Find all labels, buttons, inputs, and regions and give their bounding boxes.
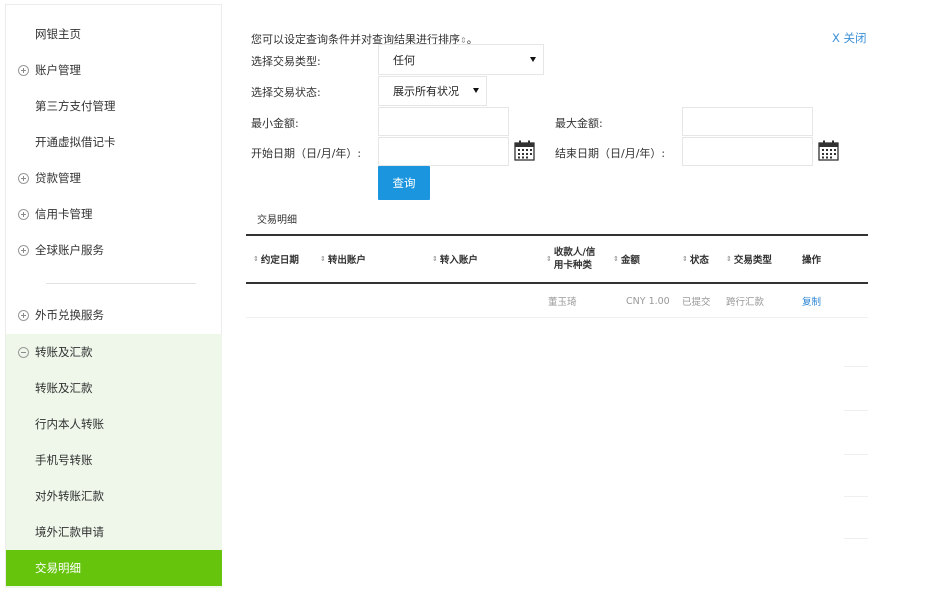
column-header-amount[interactable]: ⇕ 金额 — [613, 236, 640, 282]
sidebar-item-label: 对外转账汇款 — [35, 489, 104, 503]
sort-icon: ⇕ — [613, 255, 619, 263]
expand-plus-icon — [18, 64, 29, 76]
copy-link[interactable]: 复制 — [802, 284, 821, 318]
sidebar-item-label: 转账及汇款 — [35, 381, 93, 395]
sidebar-item-label: 账户管理 — [35, 63, 81, 77]
collapse-minus-icon — [18, 346, 29, 358]
end-date-input[interactable] — [682, 137, 813, 166]
start-date-input[interactable] — [378, 137, 509, 166]
sort-icon: ⇕ — [546, 254, 552, 263]
table-header: ⇕ 约定日期 ⇕ 转出账户 ⇕ 转入账户 ⇕ 收款人/信用卡种类 ⇕ 金额 ⇕ 状态 ⇕ 交易… — [246, 234, 868, 284]
sidebar-subitem-transaction-details[interactable]: 交易明细 — [6, 550, 222, 586]
sidebar-item-accounts[interactable]: 账户管理 — [6, 52, 222, 88]
sidebar-subitem-overseas-remittance[interactable]: 境外汇款申请 — [6, 514, 222, 550]
cell-type: 跨行汇款 — [726, 297, 765, 308]
transaction-type-select[interactable]: 任何 — [378, 44, 544, 75]
query-button[interactable]: 查询 — [378, 166, 430, 200]
min-amount-label: 最小金额: — [251, 117, 299, 130]
sidebar-item-label: 第三方支付管理 — [35, 99, 116, 113]
sidebar-item-global-account[interactable]: 全球账户服务 — [6, 232, 222, 268]
expand-plus-icon — [18, 309, 29, 321]
sidebar-subitem-own-transfer[interactable]: 行内本人转账 — [6, 406, 222, 442]
calendar-icon[interactable] — [818, 140, 839, 161]
sidebar-subitem-external-transfer[interactable]: 对外转账汇款 — [6, 478, 222, 514]
transaction-type-label: 选择交易类型: — [251, 55, 321, 68]
chevron-down-icon — [473, 88, 479, 93]
transaction-status-label: 选择交易状态: — [251, 86, 321, 99]
sidebar-item-label: 手机号转账 — [35, 453, 93, 467]
sort-icon: ⇕ — [432, 255, 438, 263]
sidebar-item-label: 交易明细 — [35, 561, 81, 575]
sidebar: 网银主页 账户管理 第三方支付管理 开通虚拟借记卡 贷款管理 信用卡管理 全球账… — [5, 4, 222, 588]
cell-status: 已提交 — [682, 297, 711, 308]
sort-icon: ⇕ — [726, 255, 732, 263]
calendar-icon[interactable] — [514, 140, 535, 161]
sidebar-item-virtual-debit-card[interactable]: 开通虚拟借记卡 — [6, 124, 222, 160]
sidebar-item-credit-card[interactable]: 信用卡管理 — [6, 196, 222, 232]
table-row: 董玉琦 CNY 1.00 已提交 跨行汇款 复制 — [246, 284, 868, 318]
sidebar-item-label: 开通虚拟借记卡 — [35, 135, 116, 149]
expand-plus-icon — [18, 244, 29, 256]
max-amount-input[interactable] — [682, 107, 813, 136]
min-amount-input[interactable] — [378, 107, 509, 136]
close-button[interactable]: X 关闭 — [832, 30, 867, 46]
sidebar-item-label: 贷款管理 — [35, 171, 81, 185]
column-header-from-account[interactable]: ⇕ 转出账户 — [320, 236, 366, 282]
sort-icon: ⇕ — [320, 255, 326, 263]
column-header-payee[interactable]: ⇕ 收款人/信用卡种类 — [546, 236, 606, 282]
sidebar-item-label: 转账及汇款 — [35, 345, 93, 359]
sidebar-item-label: 行内本人转账 — [35, 417, 104, 431]
chevron-down-icon — [530, 56, 536, 62]
sidebar-divider — [46, 283, 196, 284]
sidebar-item-transfer[interactable]: 转账及汇款 — [6, 334, 222, 370]
expand-plus-icon — [18, 208, 29, 220]
sidebar-item-label: 网银主页 — [35, 27, 81, 41]
sidebar-item-label: 外币兑换服务 — [35, 308, 104, 322]
sidebar-subitem-transfer[interactable]: 转账及汇款 — [6, 370, 222, 406]
sidebar-item-label: 全球账户服务 — [35, 243, 104, 257]
sort-icon: ⇕ — [253, 255, 259, 263]
sidebar-subitem-mobile-transfer[interactable]: 手机号转账 — [6, 442, 222, 478]
expand-plus-icon — [18, 172, 29, 184]
section-title: 交易明细 — [257, 215, 297, 226]
cell-amount: CNY 1.00 — [626, 295, 670, 307]
sidebar-item-loans[interactable]: 贷款管理 — [6, 160, 222, 196]
sidebar-item-forex[interactable]: 外币兑换服务 — [6, 297, 222, 333]
sidebar-item-third-party-pay[interactable]: 第三方支付管理 — [6, 88, 222, 124]
transaction-status-select[interactable]: 展示所有状况 — [378, 76, 487, 106]
cell-payee: 董玉琦 — [548, 297, 577, 308]
end-date-label: 结束日期（日/月/年）: — [555, 147, 666, 160]
column-header-type[interactable]: ⇕ 交易类型 — [726, 236, 772, 282]
start-date-label: 开始日期（日/月/年）: — [251, 147, 362, 160]
sidebar-item-label: 信用卡管理 — [35, 207, 93, 221]
column-header-to-account[interactable]: ⇕ 转入账户 — [432, 236, 478, 282]
column-header-status[interactable]: ⇕ 状态 — [682, 236, 709, 282]
max-amount-label: 最大金额: — [555, 117, 603, 130]
sidebar-item-label: 境外汇款申请 — [35, 525, 104, 539]
sort-icon: ⇕ — [682, 255, 688, 263]
column-header-date[interactable]: ⇕ 约定日期 — [253, 236, 299, 282]
sidebar-item-home[interactable]: 网银主页 — [6, 16, 222, 52]
column-header-action: 操作 — [802, 255, 822, 266]
